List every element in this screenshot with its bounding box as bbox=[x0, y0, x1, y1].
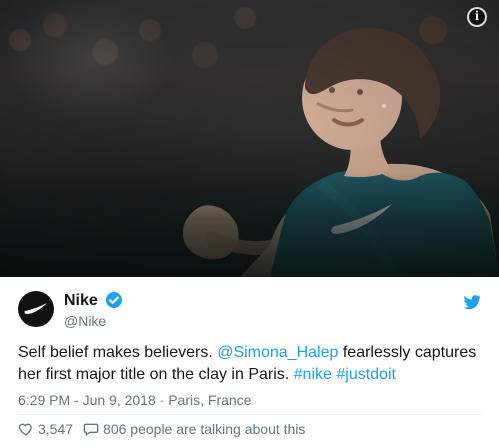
hashtag-justdoit[interactable]: #justdoit bbox=[336, 366, 396, 383]
tweet-actions: 3,547 806 people are talking about this bbox=[18, 420, 305, 438]
like-count: 3,547 bbox=[38, 421, 74, 437]
tweet-text-part1: Self belief makes believers. bbox=[18, 344, 218, 361]
tweet-media[interactable] bbox=[0, 0, 499, 277]
author-name[interactable]: Nike bbox=[64, 292, 98, 310]
heart-icon bbox=[18, 423, 32, 436]
tweet-text: Self belief makes believers. @Simona_Hal… bbox=[18, 342, 478, 386]
info-icon[interactable] bbox=[467, 7, 487, 27]
nike-swoosh-icon bbox=[24, 303, 47, 314]
tweet-time[interactable]: 6:29 PM - Jun 9, 2018 bbox=[18, 392, 156, 408]
tweet-card: Nike @Nike Self belief makes believers. … bbox=[0, 0, 499, 448]
tweet-meta: 6:29 PM - Jun 9, 2018 · Paris, France bbox=[18, 392, 251, 408]
court-overlay bbox=[0, 172, 499, 277]
avatar[interactable] bbox=[18, 291, 54, 327]
divider bbox=[18, 414, 481, 415]
comment-bubble-icon bbox=[83, 423, 99, 436]
verified-badge-icon bbox=[106, 292, 122, 308]
meta-separator: · bbox=[155, 392, 169, 408]
tweet-body: Nike @Nike Self belief makes believers. … bbox=[0, 277, 499, 448]
mention-link[interactable]: @Simona_Halep bbox=[217, 344, 338, 361]
twitter-bird-icon[interactable] bbox=[463, 295, 481, 310]
talking-action[interactable]: 806 people are talking about this bbox=[83, 421, 305, 437]
tweet-location[interactable]: Paris, France bbox=[168, 392, 251, 408]
like-action[interactable]: 3,547 bbox=[18, 421, 73, 437]
talking-text: 806 people are talking about this bbox=[103, 421, 306, 437]
hashtag-nike[interactable]: #nike bbox=[294, 366, 332, 383]
author-handle[interactable]: @Nike bbox=[64, 313, 106, 329]
